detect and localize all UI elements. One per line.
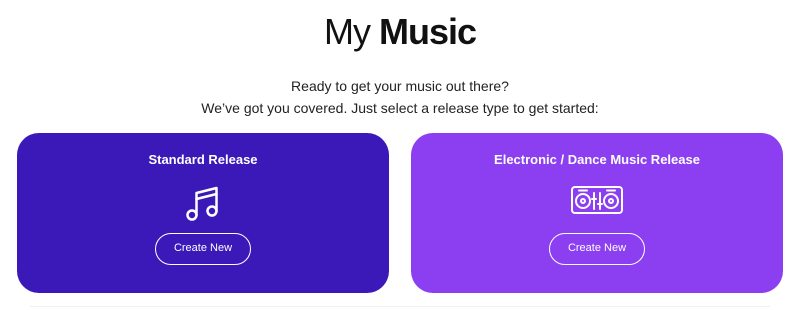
standard-release-card[interactable]: Standard Release Create New — [17, 133, 389, 293]
card-title-electronic: Electronic / Dance Music Release — [494, 152, 700, 167]
my-music-page: My Music Ready to get your music out the… — [0, 0, 800, 310]
music-note-icon — [184, 184, 222, 229]
page-title-bold: Music — [378, 11, 477, 52]
create-new-electronic-button[interactable]: Create New — [549, 233, 645, 265]
intro-line-1: Ready to get your music out there? — [291, 78, 509, 94]
electronic-release-card[interactable]: Electronic / Dance Music Release Create … — [411, 133, 783, 293]
footer-divider — [30, 306, 770, 307]
page-title-light: My — [323, 11, 371, 52]
intro-line-2: We’ve got you covered. Just select a rel… — [201, 100, 599, 116]
dj-turntable-icon — [570, 184, 624, 221]
card-title-standard: Standard Release — [148, 152, 258, 167]
create-new-standard-button[interactable]: Create New — [155, 233, 251, 265]
page-title: My Music — [0, 10, 800, 54]
